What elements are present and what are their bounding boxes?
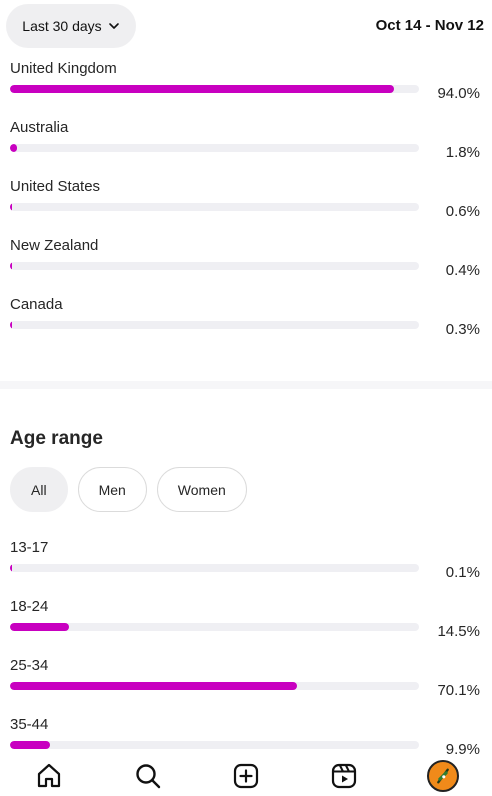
country-label: Australia [10, 119, 69, 136]
filter-chip-women[interactable]: Women [156, 467, 247, 512]
age-label: 35-44 [10, 716, 49, 733]
bar-track [10, 144, 419, 152]
country-label: United States [10, 178, 101, 195]
bar-track [10, 623, 419, 631]
period-dropdown-button[interactable]: Last 30 days [6, 4, 136, 48]
age-value: 70.1% [437, 682, 480, 699]
country-label: New Zealand [10, 237, 99, 254]
nav-search[interactable] [128, 756, 168, 796]
nav-profile[interactable] [423, 756, 463, 796]
date-range: Oct 14 - Nov 12 [375, 17, 484, 34]
chevron-down-icon [108, 23, 119, 29]
country-row: New Zealand 0.4% [10, 237, 482, 296]
bar-track [10, 741, 419, 749]
nav-home[interactable] [29, 756, 69, 796]
age-row: 18-24 14.5% [10, 598, 482, 657]
bar-fill [10, 262, 13, 270]
bar-track [10, 564, 419, 572]
country-row: Australia 1.8% [10, 119, 482, 178]
country-value: 0.6% [445, 203, 480, 220]
filter-chip-men[interactable]: Men [77, 467, 147, 512]
bar-fill [10, 741, 51, 749]
filter-chip-all[interactable]: All [10, 467, 68, 512]
bar-fill [10, 321, 13, 329]
gender-filter-chips: All Men Women [10, 467, 247, 512]
country-value: 0.3% [445, 321, 480, 338]
age-value: 0.1% [445, 564, 480, 581]
age-label: 13-17 [10, 539, 49, 556]
search-icon [135, 764, 160, 789]
bar-track [10, 85, 419, 93]
bar-fill [10, 564, 13, 572]
country-row: United States 0.6% [10, 178, 482, 237]
bar-fill [10, 85, 395, 93]
period-label: Last 30 days [22, 18, 102, 34]
nav-reels[interactable] [324, 756, 364, 796]
country-value: 1.8% [445, 144, 480, 161]
age-range-title: Age range [10, 428, 103, 449]
bottom-navigation [0, 756, 492, 796]
bar-fill [10, 682, 297, 690]
profile-avatar [426, 760, 459, 792]
age-row: 13-17 0.1% [10, 539, 482, 598]
country-value: 94.0% [437, 85, 480, 102]
bar-track [10, 262, 419, 270]
avatar-image-icon [436, 768, 449, 784]
bar-track [10, 682, 419, 690]
age-row: 25-34 70.1% [10, 657, 482, 716]
country-label: Canada [10, 296, 63, 313]
bar-track [10, 321, 419, 329]
country-label: United Kingdom [10, 60, 117, 77]
country-value: 0.4% [445, 262, 480, 279]
bar-track [10, 203, 419, 211]
age-value: 14.5% [437, 623, 480, 640]
nav-create[interactable] [226, 756, 266, 796]
reels-icon [332, 763, 357, 789]
bar-fill [10, 203, 13, 211]
header: Last 30 days Oct 14 - Nov 12 [0, 0, 492, 58]
age-label: 25-34 [10, 657, 49, 674]
create-icon [233, 763, 259, 789]
bar-fill [10, 144, 18, 152]
section-divider [0, 381, 492, 389]
audience-insights-page: Last 30 days Oct 14 - Nov 12 United King… [0, 0, 492, 796]
country-row: Canada 0.3% [10, 296, 482, 355]
country-row: United Kingdom 94.0% [10, 60, 482, 119]
home-icon [38, 763, 61, 788]
age-label: 18-24 [10, 598, 49, 615]
bar-fill [10, 623, 70, 631]
